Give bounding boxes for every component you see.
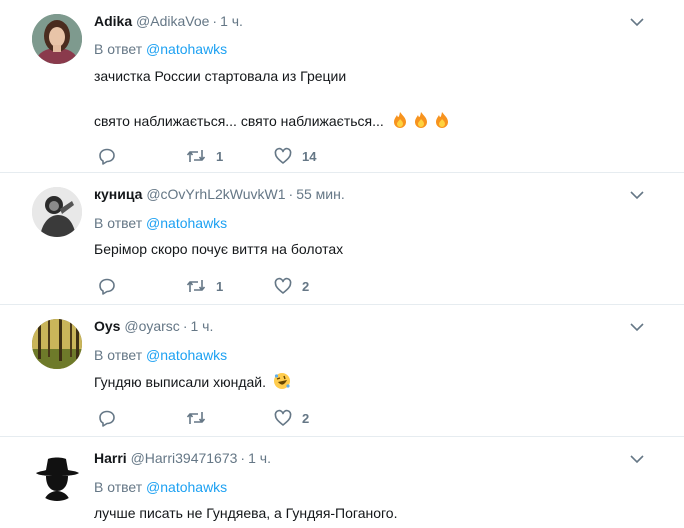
author-name[interactable]: Harri — [94, 450, 127, 466]
tweet-text-line-with-emoji: свято наближається... свято наближається… — [94, 111, 451, 132]
tweet-1[interactable]: Adika @AdikaVoe · 1 ч. В ответ @natohawks … — [0, 0, 684, 173]
fire-emoji-icon — [433, 111, 451, 132]
author-name[interactable]: куница — [94, 186, 142, 202]
tweet-text: свято наближається... свято наближається… — [94, 113, 384, 129]
timestamp[interactable]: 55 мин. — [296, 186, 345, 202]
chevron-down-icon[interactable] — [630, 190, 644, 200]
reply-prefix: В ответ — [94, 215, 143, 231]
tweet-actions: 1 14 — [98, 146, 362, 166]
reply-button[interactable] — [98, 409, 186, 427]
tweet-actions: 1 2 — [98, 276, 362, 296]
heart-icon — [274, 147, 292, 164]
avatar[interactable] — [32, 187, 82, 237]
chevron-down-icon[interactable] — [630, 322, 644, 332]
reply-context: В ответ @natohawks — [94, 215, 227, 231]
retweet-count: 1 — [216, 148, 224, 164]
separator-dot: · — [212, 13, 218, 29]
reply-prefix: В ответ — [94, 347, 143, 363]
tweet-text-line: Берімор скоро почує виття на болотах — [94, 241, 344, 257]
like-count: 2 — [302, 278, 310, 294]
spy-silhouette-avatar-icon — [32, 451, 82, 501]
author-handle[interactable]: @cOvYrhL2kWuvkW1 — [146, 186, 285, 202]
like-count: 2 — [302, 410, 310, 426]
timestamp[interactable]: 1 ч. — [220, 13, 243, 29]
reply-prefix: В ответ — [94, 479, 143, 495]
reply-context: В ответ @natohawks — [94, 347, 227, 363]
tweet-header: Harri @Harri39471673 · 1 ч. — [94, 450, 271, 466]
like-count: 14 — [302, 148, 317, 164]
like-button[interactable]: 14 — [274, 147, 362, 165]
reply-icon — [99, 278, 115, 295]
author-handle[interactable]: @AdikaVoe — [136, 13, 209, 29]
avatar[interactable] — [32, 319, 82, 369]
retweet-count: 1 — [216, 278, 224, 294]
chevron-down-icon[interactable] — [630, 454, 644, 464]
heart-icon — [274, 277, 292, 294]
author-name[interactable]: Adika — [94, 13, 132, 29]
mention-link[interactable]: @natohawks — [146, 347, 227, 363]
separator-dot: · — [288, 186, 294, 202]
retweet-button[interactable]: 1 — [186, 147, 274, 165]
separator-dot: · — [182, 318, 188, 334]
tweet-text-line: зачистка России стартовала из Греции — [94, 68, 347, 84]
reply-prefix: В ответ — [94, 41, 143, 57]
like-button[interactable]: 2 — [274, 409, 362, 427]
forest-avatar-icon — [32, 319, 82, 369]
tweet-3[interactable]: Oys @oyarsc · 1 ч. В ответ @natohawks Гунд… — [0, 305, 684, 437]
retweet-icon — [186, 150, 206, 162]
reply-context: В ответ @natohawks — [94, 41, 227, 57]
chevron-down-icon[interactable] — [630, 17, 644, 27]
author-name[interactable]: Oys — [94, 318, 120, 334]
reply-context: В ответ @natohawks — [94, 479, 227, 495]
monkey-bw-avatar-icon — [32, 187, 82, 237]
timestamp[interactable]: 1 ч. — [190, 318, 213, 334]
author-handle[interactable]: @oyarsc — [124, 318, 179, 334]
tweet-header: Oys @oyarsc · 1 ч. — [94, 318, 213, 334]
separator-dot: · — [240, 450, 246, 466]
tweet-4[interactable]: Harri @Harri39471673 · 1 ч. В ответ @natoh… — [0, 437, 684, 528]
retweet-icon — [186, 412, 206, 424]
tweet-text: Гундяю выписали хюндай. — [94, 374, 266, 390]
like-button[interactable]: 2 — [274, 277, 362, 295]
timestamp[interactable]: 1 ч. — [248, 450, 271, 466]
author-handle[interactable]: @Harri39471673 — [131, 450, 238, 466]
tweet-text-line-with-emoji: Гундяю выписали хюндай. — [94, 372, 291, 393]
rolling-laughing-emoji-icon — [273, 372, 291, 393]
tweet-text-line: лучше писать не Гундяева, а Гундяя-Поган… — [94, 505, 398, 521]
tweet-header: куница @cOvYrhL2kWuvkW1 · 55 мин. — [94, 186, 345, 202]
fire-emoji-icon — [391, 111, 409, 132]
tweet-header: Adika @AdikaVoe · 1 ч. — [94, 13, 243, 29]
avatar[interactable] — [32, 451, 82, 501]
woman-portrait-avatar-icon — [32, 14, 82, 64]
retweet-button[interactable] — [186, 409, 274, 427]
retweet-icon — [186, 280, 206, 292]
tweet-2[interactable]: куница @cOvYrhL2kWuvkW1 · 55 мин. В ответ … — [0, 173, 684, 305]
mention-link[interactable]: @natohawks — [146, 479, 227, 495]
heart-icon — [274, 409, 292, 426]
mention-link[interactable]: @natohawks — [146, 41, 227, 57]
tweet-actions: 2 — [98, 408, 362, 428]
reply-button[interactable] — [98, 147, 186, 165]
reply-icon — [99, 148, 115, 165]
reply-icon — [99, 410, 115, 427]
reply-button[interactable] — [98, 277, 186, 295]
avatar[interactable] — [32, 14, 82, 64]
retweet-button[interactable]: 1 — [186, 277, 274, 295]
fire-emoji-icon — [412, 111, 430, 132]
mention-link[interactable]: @natohawks — [146, 215, 227, 231]
